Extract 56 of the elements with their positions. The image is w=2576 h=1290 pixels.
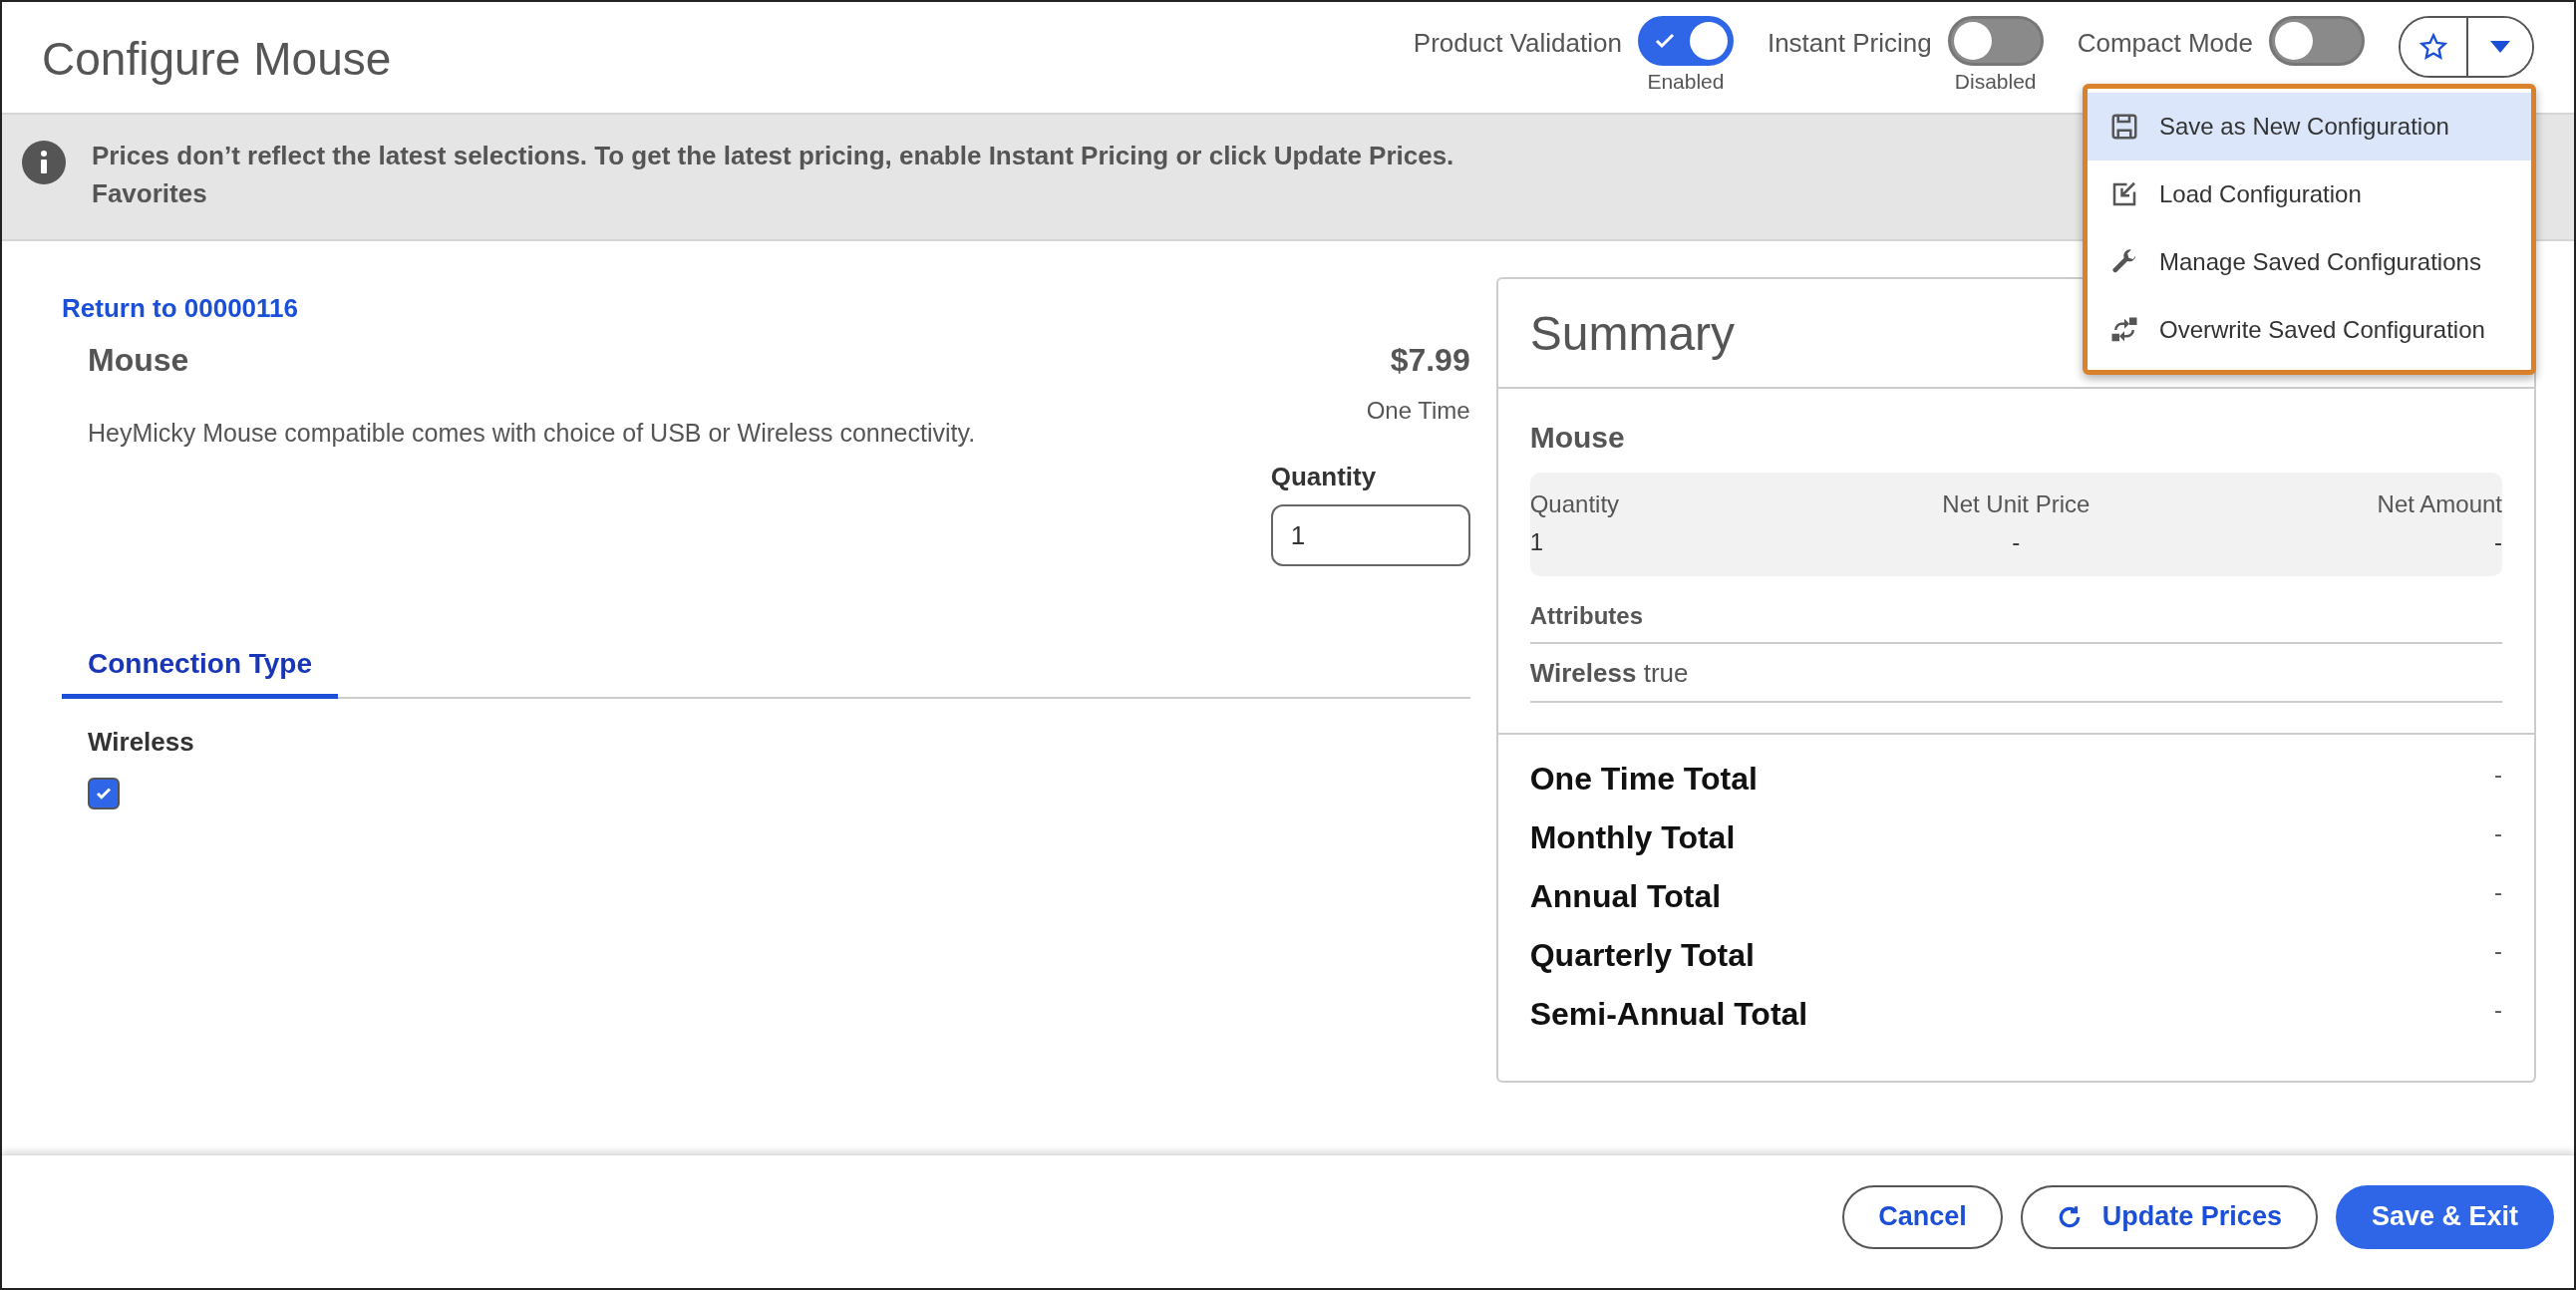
- quantity-label: Quantity: [1270, 462, 1378, 492]
- column-value: -: [2493, 528, 2502, 556]
- cancel-button[interactable]: Cancel: [1842, 1184, 2003, 1249]
- column-label: Net Unit Price: [1941, 490, 2092, 518]
- toggle-label: Instant Pricing: [1767, 28, 1932, 59]
- star-icon: [2419, 33, 2447, 61]
- total-value: -: [2494, 819, 2502, 847]
- summary-title: Summary: [1529, 305, 1736, 361]
- total-label: Annual Total: [1529, 878, 1722, 915]
- info-icon: [22, 141, 66, 184]
- summary-product-name: Mouse: [1529, 421, 1626, 455]
- toggle-label: Compact Mode: [2077, 28, 2253, 59]
- menu-item-label: Load Configuration: [2159, 180, 2362, 208]
- total-value: -: [2494, 878, 2502, 906]
- banner-subtext: Favorites: [92, 178, 208, 208]
- column-value: -: [2011, 528, 2022, 556]
- total-value: -: [2494, 937, 2502, 965]
- toggle-switch[interactable]: [2269, 16, 2365, 66]
- total-value: -: [2494, 996, 2502, 1024]
- quantity-field[interactable]: 1: [1270, 504, 1470, 566]
- product-description: HeyMicky Mouse compatible comes with choice of USB or Wireless connectivity.: [88, 419, 976, 448]
- price-type: One Time: [1366, 397, 1470, 425]
- save-exit-button[interactable]: Save & Exit: [2335, 1184, 2554, 1249]
- page-title: Configure Mouse: [42, 32, 392, 86]
- toggle-switch[interactable]: [1947, 16, 2044, 66]
- attributes-heading: Attributes: [1529, 602, 2502, 644]
- attribute-row: Wireless true: [1529, 644, 2502, 703]
- dropdown-button[interactable]: [2466, 18, 2532, 76]
- product-name: Mouse: [88, 342, 189, 379]
- return-link[interactable]: Return to 00000116: [62, 293, 298, 324]
- toggle-state-caption: Disabled: [1954, 70, 2037, 94]
- menu-item-label: Manage Saved Configurations: [2159, 248, 2481, 276]
- caret-down-icon: [2488, 39, 2512, 55]
- menu-item-label: Overwrite Saved Configuration: [2159, 316, 2485, 344]
- tab[interactable]: Connection Type: [62, 644, 339, 699]
- column-label: Quantity: [1529, 490, 1621, 518]
- attribute-label: Wireless: [88, 727, 195, 758]
- banner-message: Prices don’t reflect the latest selections. To get the latest pricing, enable Instant Pricing or click Update Prices.: [92, 141, 1454, 170]
- menu-item[interactable]: Overwrite Saved Configuration: [2088, 296, 2531, 364]
- menu-item[interactable]: Load Configuration: [2088, 161, 2531, 228]
- total-value: -: [2494, 761, 2502, 789]
- toggle-state-caption: Enabled: [1647, 70, 1725, 94]
- total-label: Monthly Total: [1529, 819, 1736, 856]
- product-price: $7.99: [1390, 342, 1470, 379]
- toggle-switch[interactable]: [1637, 16, 1734, 66]
- checkbox[interactable]: [88, 778, 120, 809]
- menu-item[interactable]: Manage Saved Configurations: [2088, 228, 2531, 296]
- total-label: One Time Total: [1529, 761, 1758, 798]
- column-value: 1: [1529, 528, 1545, 556]
- menu-item-label: Save as New Configuration: [2159, 113, 2449, 141]
- toggle-label: Product Validation: [1413, 28, 1622, 59]
- total-label: Quarterly Total: [1529, 937, 1755, 974]
- total-label: Semi-Annual Total: [1529, 996, 1808, 1033]
- column-label: Net Amount: [2376, 490, 2502, 518]
- update-prices-button[interactable]: Update Prices: [2020, 1184, 2318, 1249]
- menu-item[interactable]: Save as New Configuration: [2088, 93, 2531, 161]
